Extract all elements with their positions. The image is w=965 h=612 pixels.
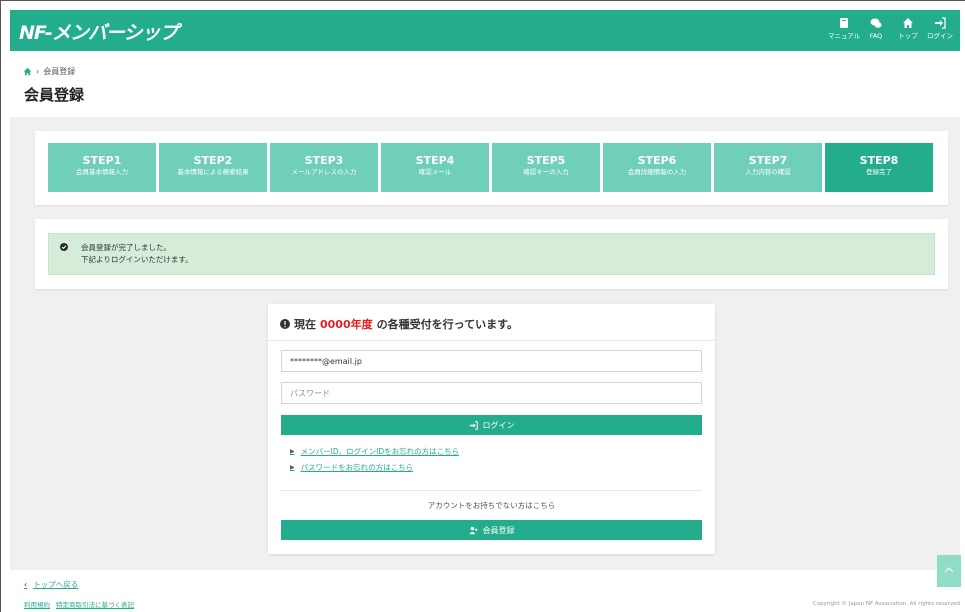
register-button-label: 会員登録 [482, 525, 515, 535]
login-button[interactable]: ログイン [281, 415, 702, 435]
success-alert: 会員登録が完了しました。 下記よりログインいただけます。 [48, 233, 935, 275]
nav-top[interactable]: トップ [892, 15, 924, 40]
step-list: STEP1 会員基本情報入力 STEP2 基本情報による検索結果 STEP3 メールア… [48, 143, 933, 192]
law-link[interactable]: 特定商取引法に基づく表記 [56, 599, 134, 609]
caret-right-icon: ▶ [290, 448, 295, 455]
home-icon [903, 18, 913, 28]
heading-suffix: の各種受付を行っています。 [376, 318, 518, 331]
step-5: STEP5 確認キーの入力 [492, 143, 600, 192]
step-number: STEP2 [193, 154, 233, 167]
step-description: 登録完了 [866, 168, 892, 176]
step-3: STEP3 メールアドレスの入力 [270, 143, 378, 192]
terms-link[interactable]: 利用規約 [24, 599, 50, 609]
login-icon [469, 420, 478, 430]
login-box: 現在 0000年度の各種受付を行っています。 ログイン ▶ メンバーID、ログイン… [268, 304, 715, 554]
heading-prefix: 現在 [294, 318, 316, 331]
home-icon[interactable] [23, 67, 32, 76]
steps-panel: STEP1 会員基本情報入力 STEP2 基本情報による検索結果 STEP3 メールア… [35, 131, 948, 205]
step-number: STEP7 [748, 154, 788, 167]
back-to-top-link[interactable]: ‹ トップへ戻る [24, 579, 78, 590]
nav-faq-label: FAQ [869, 32, 883, 40]
step-number: STEP4 [415, 154, 455, 167]
forgot-password-link[interactable]: ▶ パスワードをお忘れの方はこちら [290, 462, 413, 473]
check-circle-icon [60, 243, 68, 251]
alert-line-1: 会員登録が完了しました。 [81, 243, 171, 252]
step-7: STEP7 入力内容の確認 [714, 143, 822, 192]
step-8: STEP8 登録完了 [825, 143, 933, 192]
book-icon [840, 18, 848, 28]
chevron-up-icon [944, 567, 954, 573]
step-number: STEP3 [304, 154, 344, 167]
register-button[interactable]: 会員登録 [281, 520, 702, 540]
header-nav: マニュアル FAQ トップ ログイン [828, 15, 956, 40]
breadcrumb-separator: › [36, 67, 40, 76]
step-description: 会員詳細情報の入力 [627, 168, 687, 176]
page-title: 会員登録 [24, 86, 85, 104]
step-description: 会員基本情報入力 [76, 168, 128, 176]
step-description: 確認キーの入力 [523, 168, 569, 176]
step-6: STEP6 会員詳細情報の入力 [603, 143, 711, 192]
step-description: メールアドレスの入力 [291, 168, 357, 176]
step-number: STEP5 [526, 154, 566, 167]
login-heading: 現在 0000年度 の各種受付を行っています。 [280, 316, 518, 332]
user-plus-icon [468, 526, 478, 534]
chat-icon [870, 18, 882, 28]
copyright: Copyright © Japan NF Association. All ri… [812, 601, 960, 607]
chevron-left-icon: ‹ [24, 580, 28, 589]
login-button-label: ログイン [482, 420, 515, 430]
forgot-id-link[interactable]: ▶ メンバーID、ログインIDをお忘れの方はこちら [290, 446, 459, 457]
heading-year: 0000年度 [320, 318, 373, 331]
step-1: STEP1 会員基本情報入力 [48, 143, 156, 192]
alert-line-2: 下記よりログインいただけます。 [81, 255, 193, 264]
login-icon [935, 17, 946, 29]
breadcrumb-current: 会員登録 [43, 67, 76, 76]
success-panel: 会員登録が完了しました。 下記よりログインいただけます。 [35, 219, 948, 289]
nav-faq[interactable]: FAQ [860, 15, 892, 40]
step-description: 入力内容の確認 [745, 168, 791, 176]
step-description: 確認メール [418, 168, 452, 176]
step-number: STEP8 [859, 154, 899, 167]
back-to-top-text: トップへ戻る [33, 580, 79, 589]
step-number: STEP1 [82, 154, 122, 167]
divider [268, 340, 715, 341]
nav-login[interactable]: ログイン [924, 15, 956, 40]
nav-top-label: トップ [898, 32, 918, 40]
divider [281, 490, 702, 491]
step-description: 基本情報による検索結果 [177, 168, 249, 176]
nav-manual-label: マニュアル [828, 32, 861, 40]
footer-links: 利用規約 特定商取引法に基づく表記 [24, 599, 134, 609]
forgot-password-text: パスワードをお忘れの方はこちら [300, 463, 414, 472]
no-account-text: アカウントをお持ちでない方はこちら [427, 501, 556, 510]
caret-right-icon: ▶ [290, 464, 295, 471]
step-4: STEP4 確認メール [381, 143, 489, 192]
site-logo[interactable]: NF-メンバーシップ [19, 18, 178, 45]
info-circle-icon [280, 319, 290, 329]
back-to-top-button[interactable] [937, 555, 961, 587]
email-input[interactable] [281, 350, 702, 372]
site-header: NF-メンバーシップ マニュアル FAQ トップ ログイン [10, 10, 960, 51]
forgot-id-text: メンバーID、ログインIDをお忘れの方はこちら [300, 447, 460, 456]
step-2: STEP2 基本情報による検索結果 [159, 143, 267, 192]
nav-manual[interactable]: マニュアル [828, 15, 860, 40]
step-number: STEP6 [637, 154, 677, 167]
breadcrumb: › 会員登録 [23, 66, 75, 77]
nav-login-label: ログイン [927, 32, 953, 40]
password-input[interactable] [281, 382, 702, 404]
